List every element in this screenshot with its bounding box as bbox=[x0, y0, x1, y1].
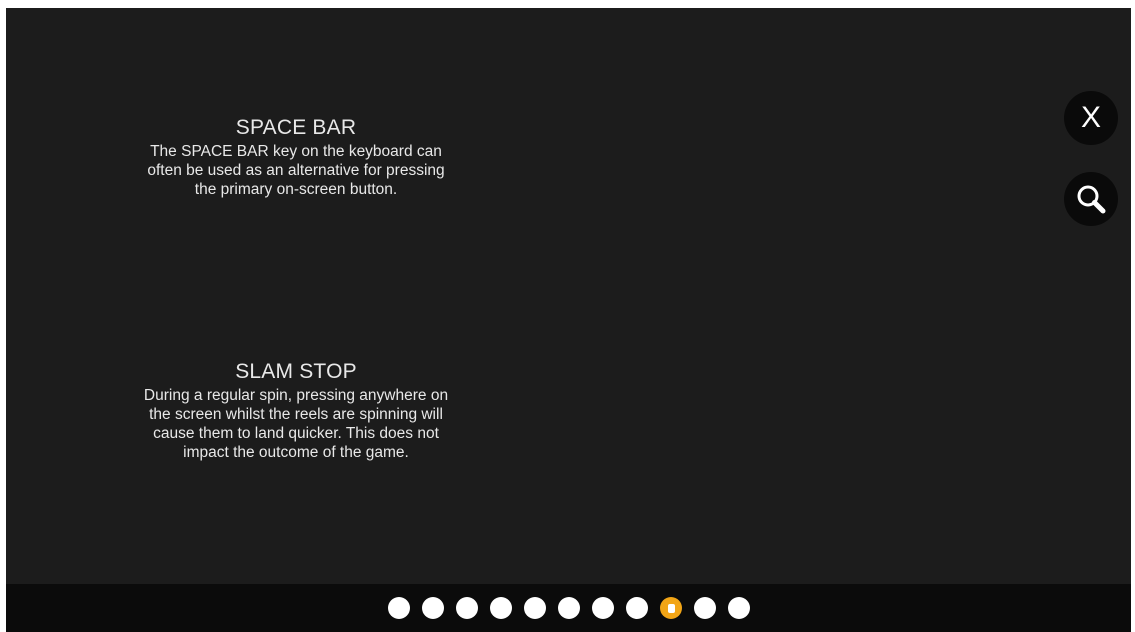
close-icon: X bbox=[1080, 101, 1101, 134]
section-body-line: cause them to land quicker. This does no… bbox=[153, 425, 439, 442]
help-section-space-bar: SPACE BAR The SPACE BAR key on the keybo… bbox=[86, 116, 506, 199]
page-dot[interactable] bbox=[455, 597, 478, 619]
help-screen: SPACE BAR The SPACE BAR key on the keybo… bbox=[6, 8, 1131, 632]
section-title: SLAM STOP bbox=[235, 360, 357, 383]
section-title: SPACE BAR bbox=[235, 116, 357, 139]
page-dot-active[interactable] bbox=[659, 597, 682, 619]
pagination-bar bbox=[6, 584, 1131, 632]
section-body: The SPACE BAR key on the keyboard can of… bbox=[86, 142, 506, 199]
section-body-line: often be used as an alternative for pres… bbox=[147, 162, 445, 179]
page-dot[interactable] bbox=[693, 597, 716, 619]
section-body-line: the primary on-screen button. bbox=[194, 181, 398, 198]
help-section-slam-stop: SLAM STOP During a regular spin, pressin… bbox=[86, 360, 506, 462]
page-dot[interactable] bbox=[727, 597, 750, 619]
page-dot[interactable] bbox=[387, 597, 410, 619]
page-dot[interactable] bbox=[421, 597, 444, 619]
section-body-line: During a regular spin, pressing anywhere… bbox=[143, 387, 449, 404]
section-body-line: the screen whilst the reels are spinning… bbox=[149, 406, 443, 423]
page-dot[interactable] bbox=[523, 597, 546, 619]
page-dot[interactable] bbox=[489, 597, 512, 619]
section-body-line: The SPACE BAR key on the keyboard can bbox=[150, 143, 442, 160]
zoom-button[interactable] bbox=[1064, 172, 1118, 226]
section-body-line: impact the outcome of the game. bbox=[183, 444, 409, 461]
page-dot[interactable] bbox=[557, 597, 580, 619]
page-dot[interactable] bbox=[591, 597, 614, 619]
page-dot[interactable] bbox=[625, 597, 648, 619]
page-dots bbox=[6, 584, 1131, 632]
magnifier-icon bbox=[1077, 185, 1106, 214]
close-button[interactable]: X bbox=[1064, 91, 1118, 145]
section-body: During a regular spin, pressing anywhere… bbox=[86, 386, 506, 462]
